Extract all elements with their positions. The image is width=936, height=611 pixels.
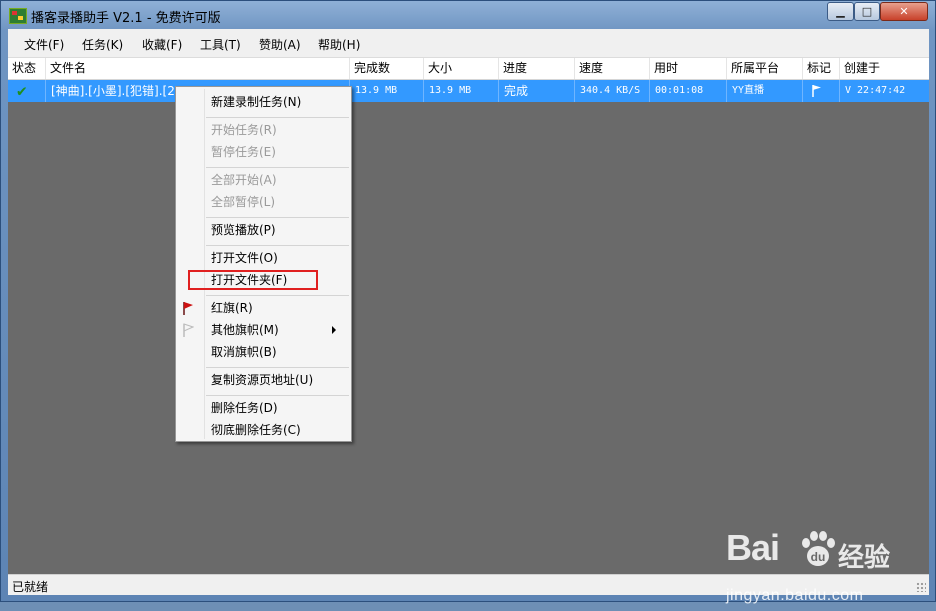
table-header: 状态 文件名 完成数 大小 进度 速度 用时 所属平台 标记 创建于	[8, 58, 929, 80]
ctx-new-record-task[interactable]: 新建录制任务(N)	[211, 93, 301, 111]
ctx-other-flags-label: 其他旗帜(M)	[211, 323, 279, 337]
status-cell: ✔	[8, 80, 46, 102]
ctx-red-flag[interactable]: 红旗(R)	[211, 299, 253, 317]
resize-grip-icon[interactable]	[916, 582, 926, 592]
ctx-separator	[206, 217, 349, 218]
maximize-button[interactable]: □	[854, 2, 880, 21]
progress-cell: 完成	[499, 80, 575, 102]
ctx-open-file[interactable]: 打开文件(O)	[211, 249, 278, 267]
speed-cell: 340.4 KB/S	[575, 80, 650, 102]
watermark-jingyan: 经验	[838, 543, 891, 573]
ctx-separator	[206, 167, 349, 168]
ctx-start-all[interactable]: 全部开始(A)	[211, 171, 277, 189]
check-icon: ✔	[17, 81, 27, 100]
ctx-separator	[206, 117, 349, 118]
submenu-arrow-icon	[332, 326, 336, 334]
context-menu: 新建录制任务(N) 开始任务(R) 暂停任务(E) 全部开始(A) 全部暂停(L…	[175, 86, 352, 442]
baidu-watermark: Bai du 经验 jingyan.baidu.com	[726, 527, 896, 611]
status-text: 已就绪	[12, 580, 49, 594]
context-menu-gutter	[204, 89, 205, 439]
paw-icon: du	[802, 531, 835, 566]
column-header-elapsed[interactable]: 用时	[650, 58, 727, 79]
ctx-delete-task[interactable]: 删除任务(D)	[211, 399, 278, 417]
mark-cell	[803, 80, 840, 102]
column-header-speed[interactable]: 速度	[575, 58, 650, 79]
app-logo-icon	[9, 8, 27, 24]
column-header-filename[interactable]: 文件名	[46, 58, 350, 79]
open-folder-highlight-box	[188, 270, 318, 290]
column-header-status[interactable]: 状态	[8, 58, 46, 79]
menu-tools[interactable]: 工具(T)	[200, 36, 241, 53]
svg-text:du: du	[811, 550, 826, 564]
client-area: 文件(F) 任务(K) 收藏(F) 工具(T) 赞助(A) 帮助(H) 状态 文…	[8, 29, 929, 604]
column-header-size[interactable]: 大小	[424, 58, 499, 79]
column-header-completed[interactable]: 完成数	[350, 58, 424, 79]
ctx-delete-task-permanently[interactable]: 彻底删除任务(C)	[211, 421, 301, 439]
ctx-cancel-flag[interactable]: 取消旗帜(B)	[211, 343, 277, 361]
minimize-button[interactable]: ▁	[827, 2, 854, 21]
size-cell: 13.9 MB	[424, 80, 499, 102]
menu-task[interactable]: 任务(K)	[82, 36, 123, 53]
elapsed-cell: 00:01:08	[650, 80, 727, 102]
column-header-mark[interactable]: 标记	[803, 58, 840, 79]
ctx-other-flags[interactable]: 其他旗帜(M)	[211, 321, 346, 339]
menu-bar: 文件(F) 任务(K) 收藏(F) 工具(T) 赞助(A) 帮助(H)	[8, 29, 929, 58]
ctx-preview-play[interactable]: 预览播放(P)	[211, 221, 276, 239]
red-flag-icon	[183, 302, 193, 315]
column-header-platform[interactable]: 所属平台	[727, 58, 803, 79]
watermark-logo: Bai	[726, 527, 780, 568]
created-cell: V 22:47:42	[845, 85, 906, 96]
ctx-separator	[206, 295, 349, 296]
app-window: 播客录播助手 V2.1 - 免费许可版 ▁ □ ✕ 文件(F) 任务(K) 收藏…	[0, 0, 936, 604]
ctx-separator	[206, 395, 349, 396]
completed-cell: 13.9 MB	[350, 80, 424, 102]
ctx-separator	[206, 367, 349, 368]
column-header-progress[interactable]: 进度	[499, 58, 575, 79]
white-flag-icon	[812, 85, 821, 97]
ctx-separator	[206, 245, 349, 246]
ctx-copy-resource-url[interactable]: 复制资源页地址(U)	[211, 371, 313, 389]
menu-help[interactable]: 帮助(H)	[318, 36, 360, 53]
ctx-pause-all[interactable]: 全部暂停(L)	[211, 193, 275, 211]
watermark-url: jingyan.baidu.com	[726, 587, 864, 604]
menu-file[interactable]: 文件(F)	[24, 36, 64, 53]
table-row[interactable]: ✔ [神曲].[小墨].[犯错].[20 13.9 MB 13.9 MB 完成 …	[8, 80, 929, 102]
window-title: 播客录播助手 V2.1 - 免费许可版	[31, 11, 221, 26]
ctx-start-task[interactable]: 开始任务(R)	[211, 121, 277, 139]
menu-favorites[interactable]: 收藏(F)	[142, 36, 182, 53]
close-button[interactable]: ✕	[880, 2, 928, 21]
platform-cell: YY直播	[727, 80, 803, 102]
menu-sponsor[interactable]: 赞助(A)	[259, 36, 301, 53]
column-header-created[interactable]: 创建于	[840, 58, 929, 79]
gray-flag-icon	[183, 323, 194, 337]
title-bar[interactable]: 播客录播助手 V2.1 - 免费许可版 ▁ □ ✕	[1, 1, 935, 29]
ctx-pause-task[interactable]: 暂停任务(E)	[211, 143, 276, 161]
